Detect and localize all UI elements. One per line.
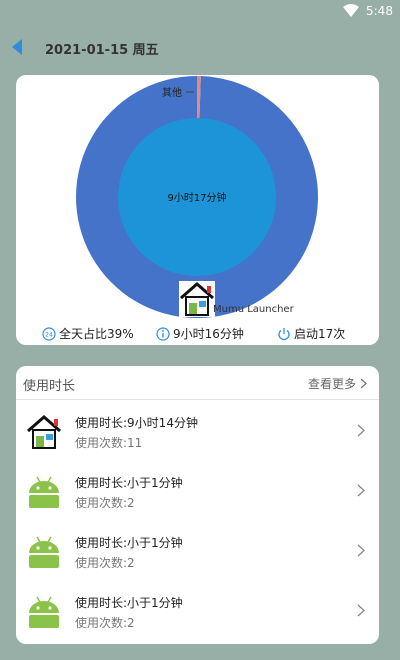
usage-list-card: 使用时长 查看更多 使用时长:9小时14分钟 使用次数:11 使用时长:小于1分…	[16, 366, 379, 644]
launches-text: 启动17次	[294, 327, 346, 341]
wifi-icon	[343, 4, 359, 17]
android-icon	[29, 596, 59, 628]
chevron-right-icon	[357, 604, 365, 617]
usage-count: 使用次数:11	[75, 436, 143, 450]
android-icon	[29, 536, 59, 568]
app-usage-row[interactable]: 使用时长:9小时14分钟 使用次数:11	[16, 402, 379, 462]
usage-count: 使用次数:2	[75, 556, 135, 570]
chevron-right-icon	[360, 378, 367, 389]
launcher-house-icon	[27, 415, 61, 449]
duration-text: 9小时16分钟	[173, 327, 244, 341]
other-slice-label: 其他	[162, 86, 182, 99]
usage-duration: 使用时长:9小时14分钟	[75, 416, 198, 430]
page-date: 2021-01-15 周五	[45, 43, 159, 58]
chart-stats: 24 全天占比39% 9小时16分钟 启动17次	[16, 323, 379, 343]
launches-stat: 启动17次	[277, 325, 345, 342]
svg-text:24: 24	[45, 331, 53, 338]
header: 2021-01-15 周五	[0, 32, 400, 62]
chevron-right-icon	[357, 544, 365, 557]
view-more-label: 查看更多	[307, 377, 356, 391]
chevron-right-icon	[357, 484, 365, 497]
duration-stat: 9小时16分钟	[156, 325, 244, 342]
usage-count: 使用次数:2	[75, 616, 135, 630]
chevron-right-icon	[357, 424, 365, 437]
usage-list-header: 使用时长 查看更多	[16, 366, 379, 400]
clock-24-icon: 24	[42, 326, 56, 341]
usage-duration: 使用时长:小于1分钟	[75, 536, 183, 550]
power-icon	[278, 327, 290, 340]
day-share-text: 全天占比39%	[59, 327, 134, 341]
usage-duration: 使用时长:小于1分钟	[75, 476, 183, 490]
app-usage-row[interactable]: 使用时长:小于1分钟 使用次数:2	[16, 462, 379, 522]
view-more-link[interactable]: 查看更多	[308, 375, 367, 392]
donut-chart: 9小时17分钟 其他 Mumu Launcher	[76, 76, 319, 318]
android-icon	[29, 476, 59, 508]
donut-center-text: 9小时17分钟	[167, 191, 226, 204]
app-usage-row[interactable]: 使用时长:小于1分钟 使用次数:2	[16, 582, 379, 642]
info-icon	[156, 326, 170, 341]
status-time: 5:48	[366, 4, 393, 18]
day-share-stat: 24 全天占比39%	[42, 325, 134, 342]
usage-duration: 使用时长:小于1分钟	[75, 596, 183, 610]
launcher-house-icon	[179, 281, 215, 317]
status-bar: 5:48	[0, 0, 400, 24]
usage-chart-card: 9小时17分钟 其他 Mumu Launcher 24 全天占比39% 9小时1…	[16, 75, 379, 345]
usage-count: 使用次数:2	[75, 496, 135, 510]
app-usage-row[interactable]: 使用时长:小于1分钟 使用次数:2	[16, 522, 379, 582]
back-arrow-icon[interactable]	[10, 38, 24, 56]
launcher-slice-label: Mumu Launcher	[213, 304, 295, 315]
usage-list-title: 使用时长	[23, 379, 76, 394]
